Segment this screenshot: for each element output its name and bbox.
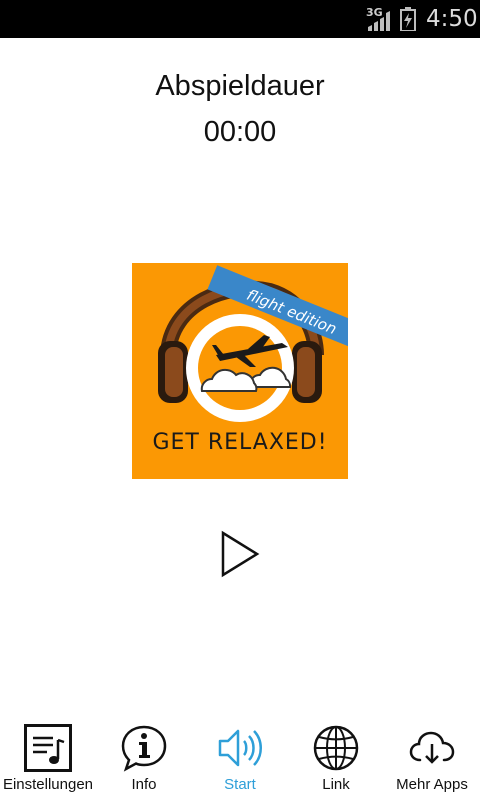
cover-caption: GET RELAXED! (152, 430, 327, 455)
tab-label: Info (131, 776, 157, 793)
tab-info[interactable]: Info (96, 718, 192, 800)
tab-link[interactable]: Link (288, 718, 384, 800)
tab-mehr-apps[interactable]: Mehr Apps (384, 718, 480, 800)
play-button[interactable] (218, 530, 262, 578)
playlist-icon (24, 724, 72, 772)
tab-label: Mehr Apps (396, 776, 468, 793)
clock: 4:50 (426, 6, 478, 32)
tab-label: Einstellungen (2, 776, 94, 793)
tab-label: Link (322, 776, 350, 793)
status-bar: 3G 4:50 (0, 0, 480, 38)
cloud-download-icon (409, 731, 455, 764)
tab-label: Start (224, 776, 256, 793)
info-icon (121, 725, 167, 772)
bottom-nav: Einstellungen Info Start Link Mehr Apps (0, 718, 480, 800)
battery-icon (400, 7, 416, 31)
page-title: Abspieldauer (155, 70, 325, 102)
globe-icon (313, 725, 359, 771)
tab-einstellungen[interactable]: Einstellungen (0, 718, 96, 800)
album-cover: flight edition GET RELAXED! (132, 263, 348, 479)
playback-duration: 00:00 (203, 116, 277, 148)
speaker-icon (218, 729, 262, 767)
signal-icon (368, 11, 390, 31)
tab-start[interactable]: Start (192, 718, 288, 800)
